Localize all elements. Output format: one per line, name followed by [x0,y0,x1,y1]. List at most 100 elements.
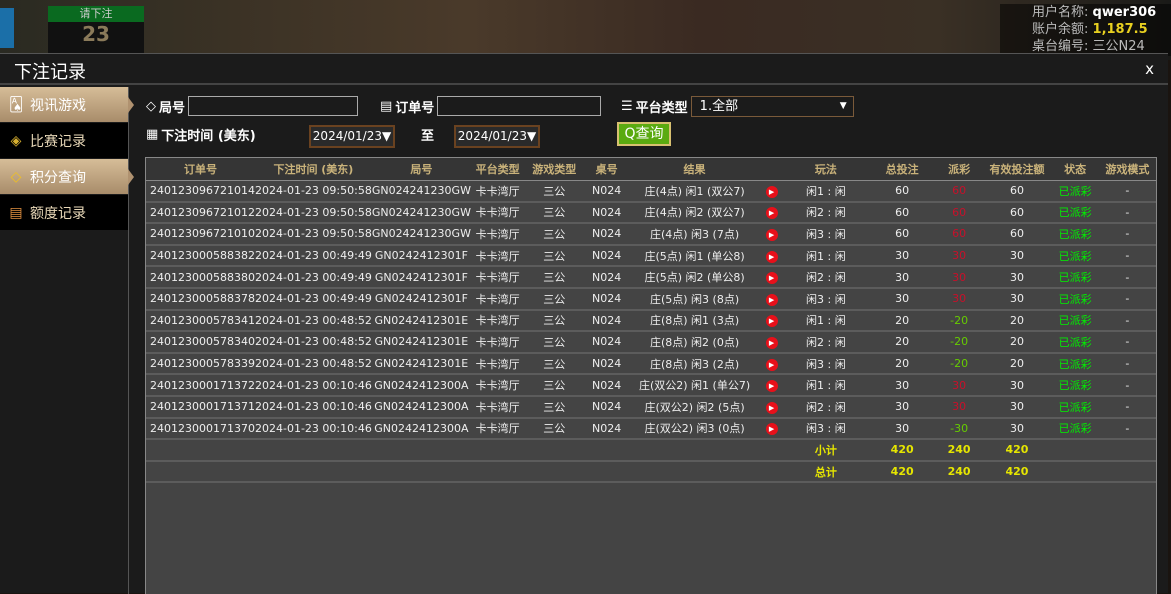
empty-cell [1051,439,1156,462]
order-id-cell: 240123000588382 [146,244,255,268]
logo [0,8,14,48]
bet-countdown: 请下注 23 [48,6,144,53]
play-video-icon[interactable]: ▶ [765,315,778,328]
result-cell: 庄(5点) 闲2 (单公8) [629,266,760,289]
result-cell: 庄(双公2) 闲2 (5点) [629,395,760,419]
query-button[interactable]: Q查询 [617,122,671,146]
table-row[interactable]: 240123000588378 2024-01-23 00:49:49 GN0242… [146,287,1156,311]
table-row[interactable]: 240123000588382 2024-01-23 00:49:49 GN0242… [146,244,1156,268]
column-header: 游戏类型 [524,158,585,181]
bet-record-modal: 下注记录 x 🂡 视讯游戏 ◈ 比赛记录 ◇ 积分查询 ▤ 额度记录 ◇ 局号 ▤ 订单号 … [0,53,1168,594]
platform-cell: 卡卡湾厅 [470,395,525,419]
column-header: 总投注 [868,158,936,181]
round-id-cell: GN0242412301E [371,309,471,333]
sidebar-item-points-query[interactable]: ◇ 积分查询 [0,159,134,194]
play-video-icon[interactable]: ▶ [765,380,778,393]
game-type-cell: 三公 [524,331,585,354]
bet-time-cell: 2024-01-23 09:50:58 [254,223,372,246]
sidebar-item-label: 比赛记录 [30,133,86,150]
table-label: 桌台编号: [1032,39,1089,54]
platform-select[interactable]: 1.全部 ▼ [690,96,854,117]
play-video-icon[interactable]: ▶ [765,293,778,306]
records-table-container: 订单号 下注时间 (美东) 局号 平台类型 游戏类型 桌号 结果 玩法 总投注 派彩 有效投注额 状态… [145,157,1157,594]
payout-cell: 60 [935,180,983,203]
totals-payout: 240 [935,460,983,484]
sidebar-item-credit-records[interactable]: ▤ 额度记录 [0,195,128,230]
play-video-icon[interactable]: ▶ [765,272,778,285]
table-row[interactable]: 240123000171370 2024-01-23 00:10:46 GN0242… [146,417,1156,441]
status-cell: 已派彩 [1051,266,1099,289]
game-type-cell: 三公 [524,374,585,397]
bet-time-cell: 2024-01-23 00:10:46 [254,417,372,441]
order-id-cell: 240123000588380 [146,266,255,289]
empty-cell [146,460,784,484]
document-icon: ▤ [9,204,23,221]
sidebar: 🂡 视讯游戏 ◈ 比赛记录 ◇ 积分查询 ▤ 额度记录 [0,87,134,594]
replay-cell: ▶ [759,309,784,333]
total-bet-cell: 20 [868,352,936,376]
result-cell: 庄(双公2) 闲3 (0点) [629,417,760,441]
table-row[interactable]: 240123096721012 2024-01-23 09:50:58 GN0242… [146,201,1156,225]
total-bet-cell: 20 [868,309,936,333]
platform-cell: 卡卡湾厅 [470,287,525,311]
table-row[interactable]: 240123096721014 2024-01-23 09:50:58 GN0242… [146,180,1156,203]
total-bet-cell: 20 [868,331,936,354]
play-video-icon[interactable]: ▶ [765,401,778,414]
table-cell: N024 [584,244,630,268]
play-video-icon[interactable]: ▶ [765,185,778,198]
game-mode-cell: - [1098,180,1156,203]
play-video-icon[interactable]: ▶ [765,423,778,436]
play-video-icon[interactable]: ▶ [765,228,778,241]
order-id-cell: 240123000171371 [146,395,255,419]
round-input[interactable] [188,96,359,116]
sidebar-item-label: 视讯游戏 [30,97,86,114]
round-id-cell: GN0242412301F [371,266,471,289]
sidebar-item-match-records[interactable]: ◈ 比赛记录 [0,123,128,158]
result-cell: 庄(4点) 闲1 (双公7) [629,180,760,203]
replay-cell: ▶ [759,223,784,246]
game-mode-cell: - [1098,331,1156,354]
bet-time-cell: 2024-01-23 00:10:46 [254,395,372,419]
table-cell: N024 [584,266,630,289]
game-mode-cell: - [1098,309,1156,333]
table-row[interactable]: 240123000578339 2024-01-23 00:48:52 GN0242… [146,352,1156,376]
platform-cell: 卡卡湾厅 [470,309,525,333]
bet-type-cell: 闲3 : 闲 [783,352,869,376]
replay-cell: ▶ [759,287,784,311]
play-video-icon[interactable]: ▶ [765,358,778,371]
order-id-cell: 240123000578339 [146,352,255,376]
table-row[interactable]: 240123000171371 2024-01-23 00:10:46 GN0242… [146,395,1156,419]
round-id-cell: GN024241230GW [371,223,471,246]
payout-cell: -20 [935,352,983,376]
bet-type-cell: 闲1 : 闲 [783,374,869,397]
game-type-cell: 三公 [524,309,585,333]
play-video-icon[interactable]: ▶ [765,336,778,349]
result-cell: 庄(8点) 闲1 (3点) [629,309,760,333]
close-button[interactable]: x [1145,60,1154,78]
bet-type-cell: 闲2 : 闲 [783,331,869,354]
result-cell: 庄(5点) 闲1 (单公8) [629,244,760,268]
order-id-cell: 240123000171372 [146,374,255,397]
table-cell: N024 [584,331,630,354]
table-row[interactable]: 240123000171372 2024-01-23 00:10:46 GN0242… [146,374,1156,397]
valid-bet-cell: 60 [982,201,1052,225]
replay-cell: ▶ [759,374,784,397]
valid-bet-cell: 30 [982,287,1052,311]
column-header: 有效投注额 [982,158,1052,181]
status-cell: 已派彩 [1051,309,1099,333]
table-row[interactable]: 240123000578341 2024-01-23 00:48:52 GN0242… [146,309,1156,333]
table-id: 三公N24 [1092,39,1145,54]
play-video-icon[interactable]: ▶ [765,250,778,263]
total-bet-cell: 30 [868,374,936,397]
column-header: 状态 [1051,158,1099,181]
date-to-picker[interactable]: 2024/01/23▼ [454,125,540,148]
table-row[interactable]: 240123096721010 2024-01-23 09:50:58 GN0242… [146,223,1156,246]
table-row[interactable]: 240123000588380 2024-01-23 00:49:49 GN0242… [146,266,1156,289]
sidebar-item-video-games[interactable]: 🂡 视讯游戏 [0,87,134,122]
date-from-picker[interactable]: 2024/01/23▼ [309,125,395,148]
game-type-cell: 三公 [524,223,585,246]
order-input[interactable] [437,96,602,116]
round-id-cell: GN0242412301E [371,352,471,376]
play-video-icon[interactable]: ▶ [765,207,778,220]
table-row[interactable]: 240123000578340 2024-01-23 00:48:52 GN0242… [146,331,1156,354]
